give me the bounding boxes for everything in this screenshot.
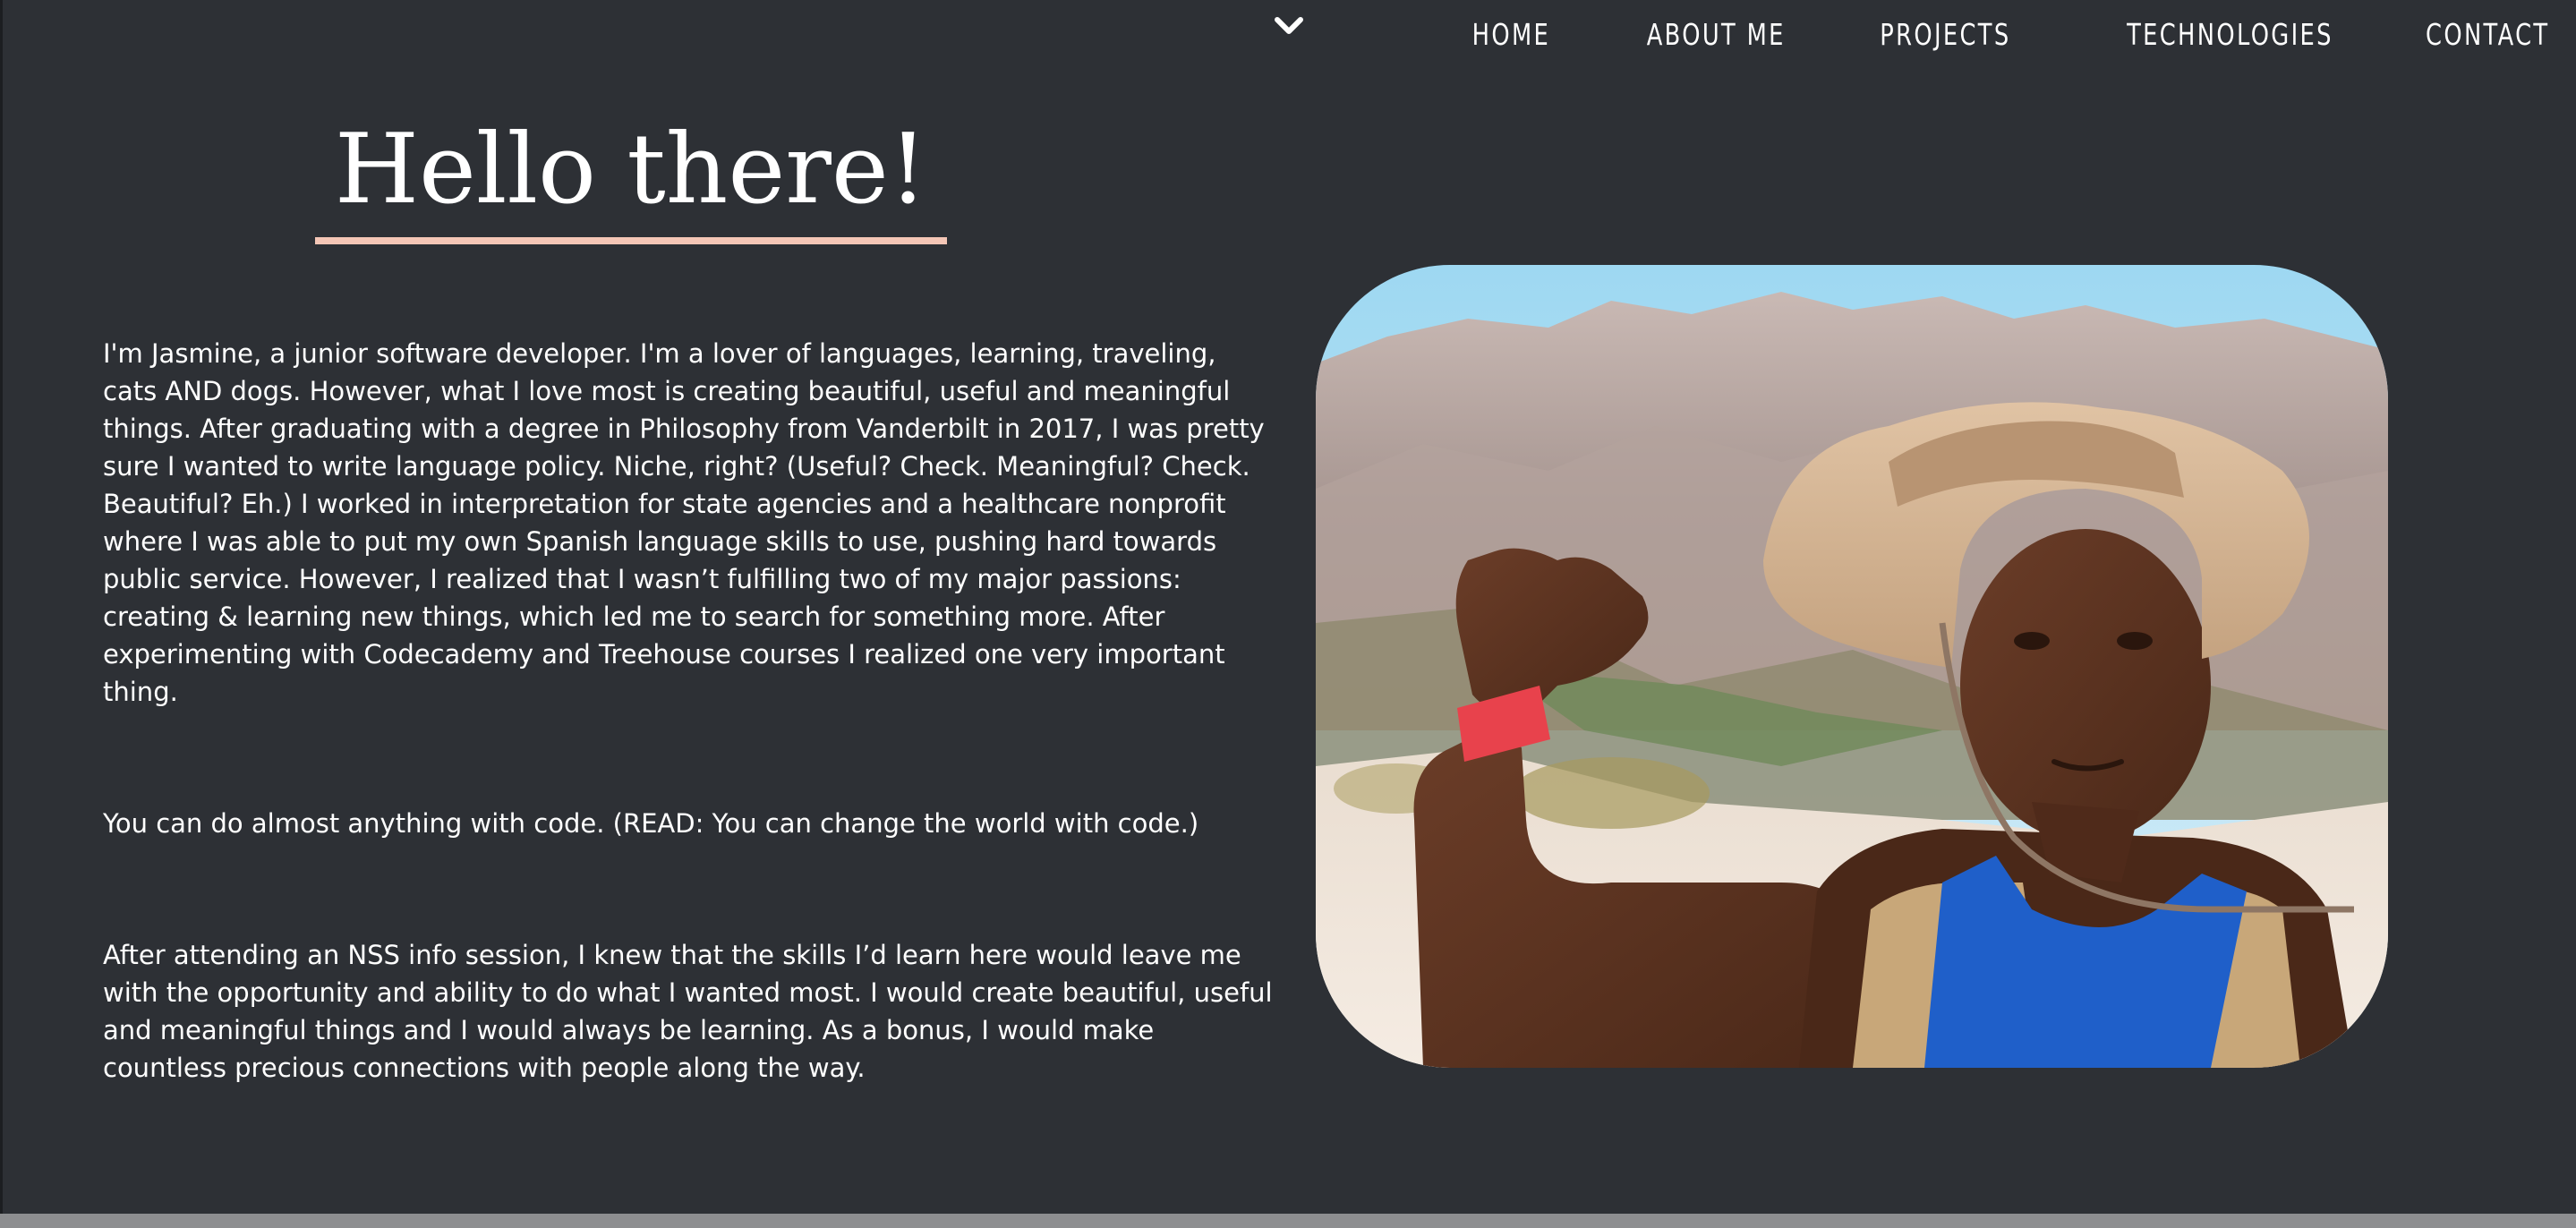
nav-item-about-me[interactable]: ABOUT ME bbox=[1647, 17, 1786, 52]
about-paragraph-nss: After attending an NSS info session, I k… bbox=[103, 940, 1273, 1083]
bottom-scrollbar[interactable] bbox=[0, 1214, 2576, 1228]
about-paragraph-code: You can do almost anything with code. (R… bbox=[103, 808, 1199, 839]
nav-item-home[interactable]: HOME bbox=[1472, 17, 1550, 52]
nav-item-technologies[interactable]: TECHNOLOGIES bbox=[2127, 17, 2333, 52]
nav-item-contact[interactable]: CONTACT bbox=[2426, 17, 2549, 52]
page-edge bbox=[0, 0, 3, 1228]
chevron-down-icon[interactable] bbox=[1271, 11, 1307, 41]
profile-photo-illustration bbox=[1316, 265, 2388, 1068]
page-title: Hello there! bbox=[334, 114, 928, 226]
about-text: I'm Jasmine, a junior software developer… bbox=[103, 335, 1275, 1087]
about-paragraph-intro: I'm Jasmine, a junior software developer… bbox=[103, 338, 1265, 707]
chevron-down-icon-shape bbox=[1275, 17, 1303, 34]
photo-face bbox=[1960, 529, 2211, 842]
title-underline bbox=[315, 237, 947, 244]
title-block: Hello there! bbox=[315, 107, 947, 233]
main-nav: HOME ABOUT ME PROJECTS TECHNOLOGIES CONT… bbox=[1450, 9, 2549, 59]
nav-item-projects[interactable]: PROJECTS bbox=[1880, 17, 2010, 52]
profile-photo bbox=[1316, 265, 2388, 1068]
